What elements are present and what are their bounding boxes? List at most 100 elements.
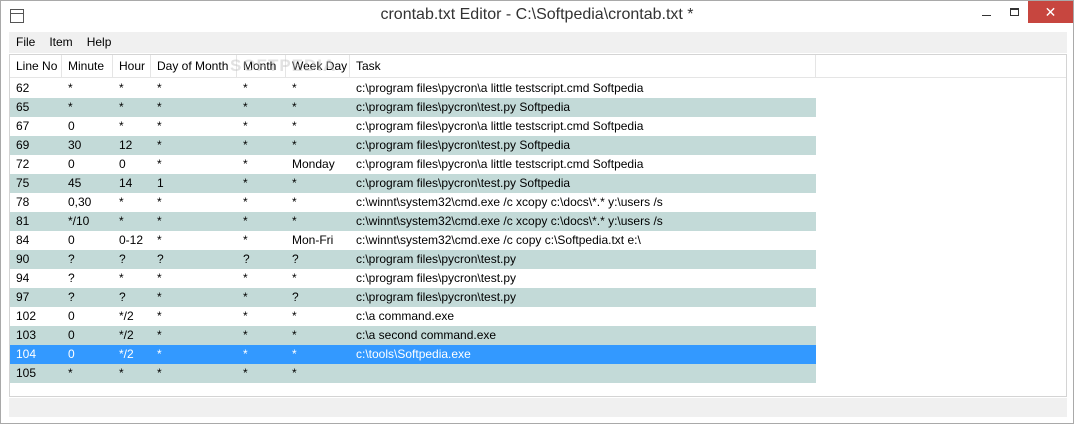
status-bar <box>9 398 1067 417</box>
cell-minute: 0 <box>68 328 75 342</box>
cell-month: * <box>243 290 248 304</box>
cell-hour: * <box>119 271 124 285</box>
cell-day-of-month: * <box>157 214 162 228</box>
table-row[interactable]: 75 45 14 1 * * c:\program files\pycron\test.py… <box>10 174 816 193</box>
cell-line-no: 102 <box>16 309 37 323</box>
cell-line-no: 65 <box>16 100 30 114</box>
cell-day-of-month: * <box>157 328 162 342</box>
title-bar[interactable]: crontab.txt Editor - C:\Softpedia\cronta… <box>1 1 1073 32</box>
menu-bar: File Item Help <box>9 32 1067 53</box>
column-header-task[interactable]: Task <box>350 55 816 78</box>
table-row[interactable]: 69 30 12 * * * c:\program files\pycron\test.py… <box>10 136 816 155</box>
cell-line-no: 104 <box>16 347 37 361</box>
cell-month: * <box>243 119 248 133</box>
cell-month: * <box>243 214 248 228</box>
table-row[interactable]: 78 0,30 * * * * c:\winnt\system32\cmd.exe /c x… <box>10 193 816 212</box>
menu-item[interactable]: Item <box>42 33 79 52</box>
cell-month: * <box>243 195 248 209</box>
cell-line-no: 97 <box>16 290 30 304</box>
table-row[interactable]: 62 * * * * * c:\program files\pycron\a little … <box>10 79 816 98</box>
table-row[interactable]: 105 * * * * * <box>10 364 816 383</box>
table-row[interactable]: 102 0 */2 * * * c:\a command.exe <box>10 307 816 326</box>
cell-week-day: * <box>292 271 297 285</box>
cell-hour: * <box>119 195 124 209</box>
cell-task: c:\program files\pycron\test.py Softpedi… <box>356 138 571 152</box>
cell-day-of-month: ? <box>157 252 164 266</box>
cell-week-day: * <box>292 309 297 323</box>
cell-minute: 0,30 <box>68 195 92 209</box>
cell-month: * <box>243 366 248 380</box>
column-header-line-no[interactable]: Line No <box>10 55 62 78</box>
table-row[interactable]: 72 0 0 * * Monday c:\program files\pycron\a li… <box>10 155 816 174</box>
cell-month: * <box>243 138 248 152</box>
cell-day-of-month: * <box>157 366 162 380</box>
cell-day-of-month: * <box>157 309 162 323</box>
minimize-icon <box>981 14 991 16</box>
table-row[interactable]: 103 0 */2 * * * c:\a second command.exe <box>10 326 816 345</box>
column-header-week-day[interactable]: Week Day <box>286 55 350 78</box>
cell-week-day: Monday <box>292 157 335 171</box>
cell-week-day: Mon-Fri <box>292 233 334 247</box>
table-row[interactable]: 67 0 * * * * c:\program files\pycron\a little … <box>10 117 816 136</box>
table-row[interactable]: 65 * * * * * c:\program files\pycron\test.py S… <box>10 98 816 117</box>
cell-hour: 0-12 <box>119 233 144 247</box>
cell-week-day: * <box>292 138 297 152</box>
cell-day-of-month: * <box>157 157 162 171</box>
column-header-month[interactable]: Month <box>237 55 286 78</box>
cell-line-no: 81 <box>16 214 30 228</box>
cell-hour: ? <box>119 290 126 304</box>
maximize-button[interactable] <box>1000 1 1028 23</box>
table-body: 62 * * * * * c:\program files\pycron\a little … <box>10 79 816 383</box>
cell-hour: ? <box>119 252 126 266</box>
close-icon: ✕ <box>1044 3 1057 20</box>
table-row[interactable]: 84 0 0-12 * * Mon-Fri c:\winnt\system32\cmd.ex… <box>10 231 816 250</box>
cell-month: * <box>243 328 248 342</box>
cell-task: c:\a command.exe <box>356 309 455 323</box>
cell-month: * <box>243 176 248 190</box>
cell-minute: * <box>68 366 73 380</box>
cell-minute: * <box>68 100 73 114</box>
column-header-hour[interactable]: Hour <box>113 55 151 78</box>
menu-file[interactable]: File <box>9 33 42 52</box>
cell-task: c:\a second command.exe <box>356 328 497 342</box>
table-row[interactable]: 90????? c:\program files\pycron\test.py <box>10 250 816 269</box>
maximize-icon <box>1009 8 1019 16</box>
cell-line-no: 72 <box>16 157 30 171</box>
table-row[interactable]: 104 0 */2 * * * c:\tools\Softpedia.exe <box>10 345 816 364</box>
cell-week-day: * <box>292 214 297 228</box>
cell-week-day: * <box>292 81 297 95</box>
cell-line-no: 78 <box>16 195 30 209</box>
cell-hour: * <box>119 100 124 114</box>
table-header: Line No Minute Hour Day of Month Month W… <box>10 55 1066 78</box>
cell-day-of-month: * <box>157 290 162 304</box>
cell-minute: 45 <box>68 176 82 190</box>
menu-help[interactable]: Help <box>80 33 119 52</box>
cell-week-day: * <box>292 366 297 380</box>
cell-minute: 0 <box>68 309 75 323</box>
table-row[interactable]: 97?? * *? c:\program files\pycron\test.py <box>10 288 816 307</box>
crontab-table[interactable]: Line No Minute Hour Day of Month Month W… <box>9 54 1067 397</box>
cell-day-of-month: * <box>157 100 162 114</box>
cell-minute: 0 <box>68 347 75 361</box>
column-header-day-of-month[interactable]: Day of Month <box>151 55 237 78</box>
cell-day-of-month: * <box>157 347 162 361</box>
cell-minute: 0 <box>68 157 75 171</box>
cell-week-day: ? <box>292 252 299 266</box>
cell-task: c:\winnt\system32\cmd.exe /c copy c:\Sof… <box>356 233 641 247</box>
minimize-button[interactable] <box>972 1 1000 23</box>
cell-minute: 0 <box>68 119 75 133</box>
column-header-minute[interactable]: Minute <box>62 55 113 78</box>
close-button[interactable]: ✕ <box>1028 1 1073 23</box>
cell-hour: 12 <box>119 138 133 152</box>
cell-month: * <box>243 81 248 95</box>
cell-minute: * <box>68 81 73 95</box>
cell-line-no: 103 <box>16 328 37 342</box>
cell-line-no: 62 <box>16 81 30 95</box>
cell-hour: * <box>119 119 124 133</box>
table-row[interactable]: 81 */10 * * * * c:\winnt\system32\cmd.exe /c x… <box>10 212 816 231</box>
cell-hour: * <box>119 81 124 95</box>
cell-month: * <box>243 100 248 114</box>
cell-minute: ? <box>68 290 75 304</box>
table-row[interactable]: 94? * * * * c:\program files\pycron\test.py <box>10 269 816 288</box>
cell-day-of-month: * <box>157 195 162 209</box>
